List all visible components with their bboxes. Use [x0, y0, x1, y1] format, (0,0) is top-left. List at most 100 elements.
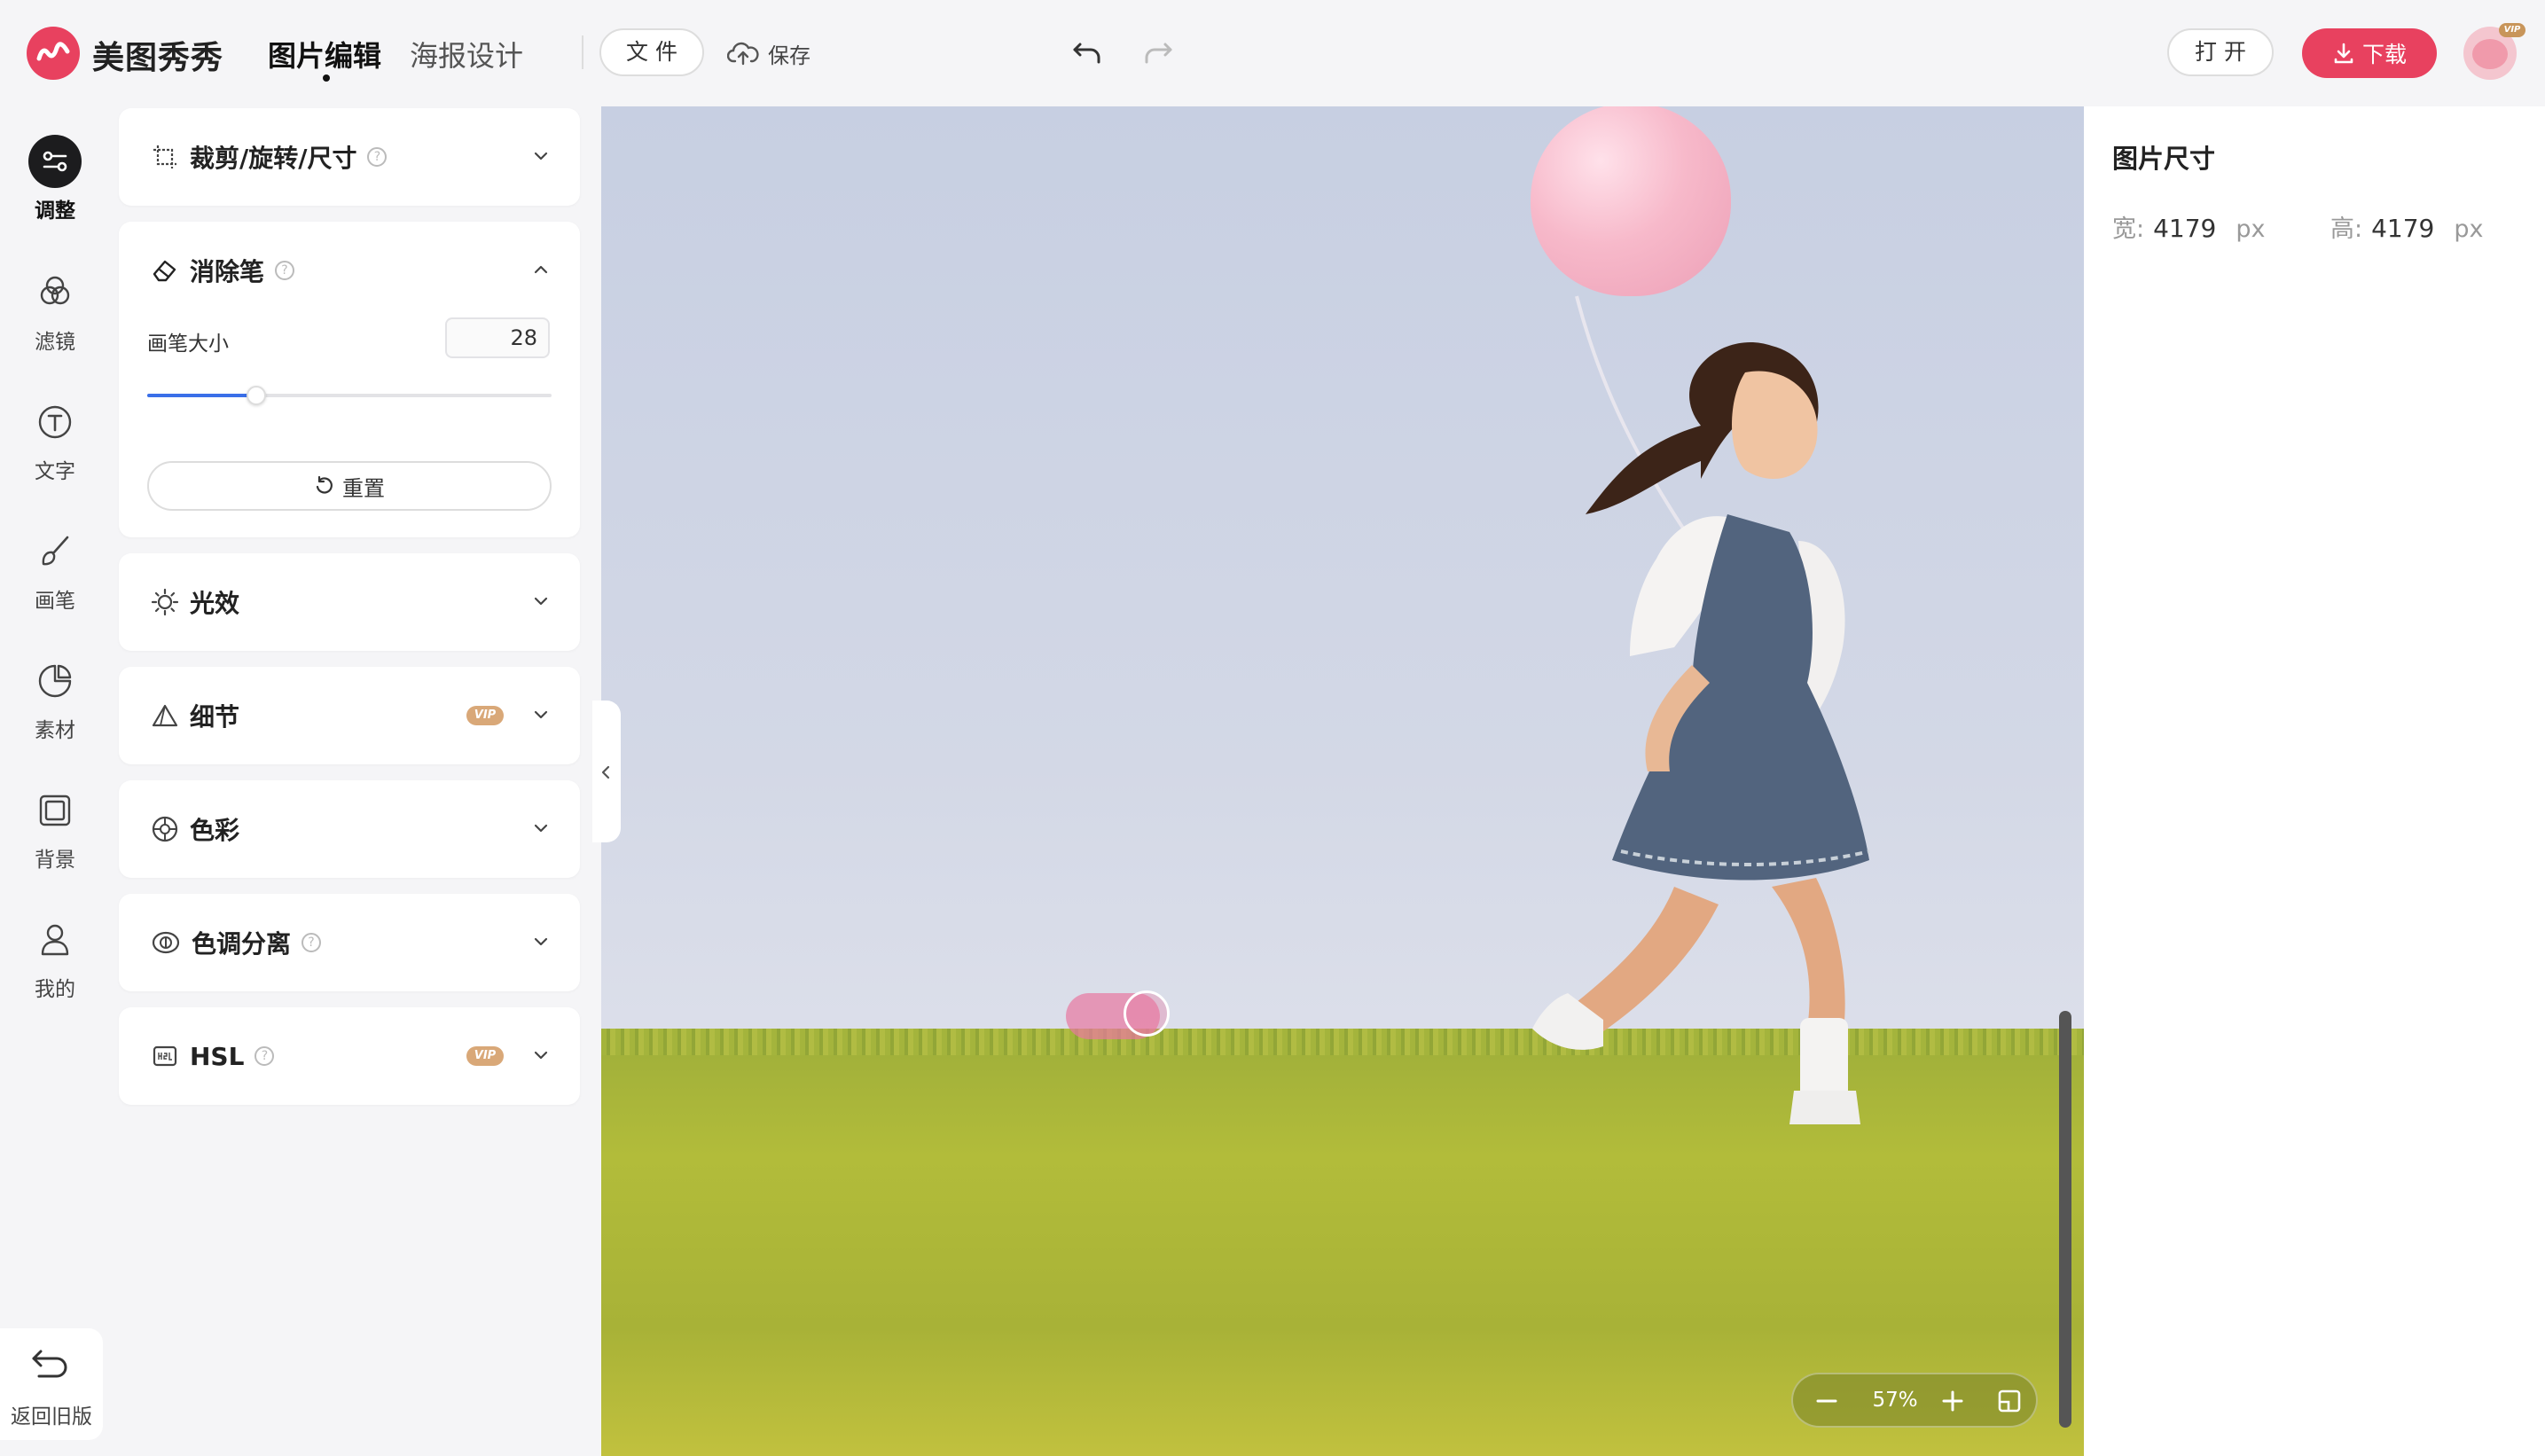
panel-hsl[interactable]: HSL ? VIP: [119, 1007, 580, 1105]
panel-eraser-header: 消除笔 ?: [151, 222, 295, 319]
help-icon[interactable]: ?: [301, 933, 322, 952]
split-toning-icon: [152, 931, 180, 954]
photo-running-girl: [1532, 342, 1870, 1124]
nav-item-background[interactable]: 背景: [0, 784, 110, 881]
save-button[interactable]: 保存: [727, 35, 810, 71]
nav-item-text[interactable]: 文字: [0, 395, 110, 493]
tab-image-edit[interactable]: 图片编辑: [268, 34, 382, 82]
sticker-icon: [38, 664, 72, 698]
help-icon[interactable]: ?: [254, 1046, 275, 1066]
right-panel: 图片尺寸 宽: 4179 px 高: 4179 px: [2084, 106, 2545, 1456]
panel-light-header: 光效: [151, 553, 239, 651]
brush-size-input[interactable]: 28: [445, 317, 550, 358]
panel-crop-header: 裁剪/旋转/尺寸 ?: [151, 108, 388, 206]
nav-item-sticker[interactable]: 素材: [0, 654, 110, 752]
fit-screen-icon[interactable]: [1995, 1387, 2024, 1415]
eraser-icon: [153, 260, 176, 282]
left-nav: 调整 滤镜 文字 画笔 素材 背景 我的 返回旧版: [0, 106, 110, 1456]
panel-hsl-header: HSL ?: [151, 1007, 275, 1105]
vip-badge: VIP: [466, 706, 504, 725]
width-value: 4179: [2153, 214, 2217, 243]
sliders-icon: [43, 151, 67, 172]
avatar[interactable]: VIP: [2463, 23, 2525, 80]
nav-item-adjust[interactable]: 调整: [0, 135, 110, 232]
background-frame-icon: [39, 795, 71, 826]
help-icon[interactable]: ?: [367, 147, 388, 167]
panel-light[interactable]: 光效: [119, 553, 580, 651]
canvas-scrollbar[interactable]: [2059, 1011, 2071, 1428]
nav-label-mine: 我的: [35, 978, 75, 1001]
brand-name: 美图秀秀: [92, 40, 224, 76]
file-button[interactable]: 文 件: [599, 28, 704, 76]
nav-label-background: 背景: [35, 849, 75, 872]
chevron-down-icon[interactable]: [532, 933, 550, 951]
nav-item-brush[interactable]: 画笔: [0, 525, 110, 622]
reset-button[interactable]: 重置: [147, 461, 552, 511]
chevron-up-icon[interactable]: [532, 261, 550, 278]
panel-split-toning[interactable]: 色调分离 ?: [119, 894, 580, 991]
image-size-title: 图片尺寸: [2112, 144, 2216, 174]
panel-detail-title: 细节: [190, 702, 240, 732]
chevron-down-icon[interactable]: [532, 706, 550, 724]
brush-size-label: 画笔大小: [147, 333, 229, 356]
panel-detail[interactable]: 细节 VIP: [119, 667, 580, 764]
collapse-panel-button[interactable]: [592, 701, 621, 842]
triangle-icon: [152, 704, 178, 727]
tab-poster-design[interactable]: 海报设计: [410, 34, 523, 74]
nav-label-brush: 画笔: [35, 590, 75, 613]
chevron-down-icon[interactable]: [532, 1046, 550, 1064]
avatar-face: [2472, 39, 2508, 69]
back-old-label: 返回旧版: [11, 1405, 92, 1429]
chevron-down-icon[interactable]: [532, 592, 550, 610]
panel-split-toning-header: 色调分离 ?: [151, 894, 322, 991]
help-icon[interactable]: ?: [275, 261, 295, 280]
panel-light-title: 光效: [190, 589, 240, 618]
active-tab-indicator: [323, 74, 330, 82]
brush-icon: [42, 536, 69, 566]
panel-color[interactable]: 色彩: [119, 780, 580, 878]
height-value: 4179: [2371, 214, 2435, 243]
nav-item-filter[interactable]: 滤镜: [0, 266, 110, 364]
reset-icon: [316, 475, 333, 494]
panel-crop[interactable]: 裁剪/旋转/尺寸 ?: [119, 108, 580, 206]
nav-label-filter: 滤镜: [35, 331, 75, 354]
nav-item-mine[interactable]: 我的: [0, 913, 110, 1011]
undo-icon[interactable]: [1069, 35, 1105, 71]
hsl-icon: [153, 1045, 177, 1067]
zoom-in-icon[interactable]: [1938, 1387, 1967, 1415]
slider-thumb[interactable]: [247, 386, 267, 405]
reset-label: 重置: [342, 475, 385, 501]
filter-circles-icon: [40, 276, 70, 305]
panel-split-toning-title: 色调分离: [192, 929, 292, 959]
image-width-field[interactable]: 宽: 4179 px: [2112, 209, 2266, 244]
brush-size-slider[interactable]: [147, 386, 552, 405]
crop-icon: [153, 145, 176, 168]
width-label: 宽:: [2112, 215, 2145, 243]
nav-label-text: 文字: [35, 460, 75, 483]
slider-fill: [147, 394, 257, 397]
nav-label-sticker: 素材: [35, 719, 75, 742]
panel-hsl-title: HSL: [190, 1041, 245, 1071]
width-unit: px: [2236, 215, 2266, 243]
zoom-out-icon[interactable]: [1813, 1387, 1841, 1415]
chevron-down-icon[interactable]: [532, 819, 550, 837]
image-canvas[interactable]: 57%: [601, 106, 2084, 1456]
height-label: 高:: [2330, 215, 2363, 243]
back-to-old-version-button[interactable]: 返回旧版: [0, 1328, 103, 1440]
vip-badge: VIP: [466, 1046, 504, 1066]
panel-crop-title: 裁剪/旋转/尺寸: [190, 144, 357, 173]
return-icon: [32, 1350, 67, 1378]
zoom-control: 57%: [1791, 1373, 2038, 1428]
redo-icon[interactable]: [1140, 35, 1176, 71]
image-height-field[interactable]: 高: 4179 px: [2330, 209, 2484, 244]
panel-color-title: 色彩: [190, 816, 240, 845]
chevron-down-icon[interactable]: [532, 147, 550, 165]
tab-image-edit-label: 图片编辑: [268, 39, 382, 73]
vip-badge: VIP: [2499, 23, 2525, 37]
panel-detail-header: 细节: [151, 667, 239, 764]
open-button[interactable]: 打 开: [2167, 28, 2274, 76]
download-button[interactable]: 下载: [2302, 28, 2437, 78]
save-label: 保存: [768, 43, 810, 68]
meitu-logo-icon[interactable]: [27, 27, 80, 80]
panel-eraser[interactable]: 消除笔 ? 画笔大小 28 重置: [119, 222, 580, 537]
